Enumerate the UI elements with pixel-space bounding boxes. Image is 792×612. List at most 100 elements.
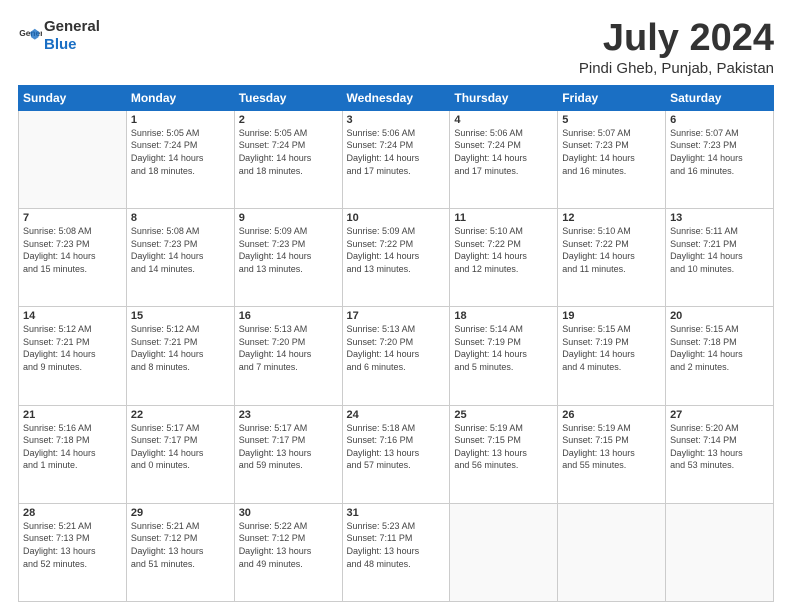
day-number: 18 [454, 310, 553, 322]
calendar-cell: 24Sunrise: 5:18 AM Sunset: 7:16 PM Dayli… [342, 405, 450, 503]
day-number: 21 [23, 409, 122, 421]
day-number: 16 [239, 310, 338, 322]
day-number: 1 [131, 114, 230, 126]
day-info: Sunrise: 5:20 AM Sunset: 7:14 PM Dayligh… [670, 422, 769, 472]
subtitle: Pindi Gheb, Punjab, Pakistan [579, 60, 774, 77]
logo-text: General Blue [44, 18, 100, 54]
day-number: 20 [670, 310, 769, 322]
calendar-cell: 15Sunrise: 5:12 AM Sunset: 7:21 PM Dayli… [126, 307, 234, 405]
day-number: 31 [347, 507, 446, 519]
day-number: 8 [131, 212, 230, 224]
day-number: 7 [23, 212, 122, 224]
day-number: 13 [670, 212, 769, 224]
calendar-cell: 1Sunrise: 5:05 AM Sunset: 7:24 PM Daylig… [126, 110, 234, 208]
day-number: 22 [131, 409, 230, 421]
day-info: Sunrise: 5:10 AM Sunset: 7:22 PM Dayligh… [562, 225, 661, 275]
day-number: 24 [347, 409, 446, 421]
day-number: 25 [454, 409, 553, 421]
calendar-cell: 20Sunrise: 5:15 AM Sunset: 7:18 PM Dayli… [666, 307, 774, 405]
day-info: Sunrise: 5:13 AM Sunset: 7:20 PM Dayligh… [347, 323, 446, 373]
day-info: Sunrise: 5:14 AM Sunset: 7:19 PM Dayligh… [454, 323, 553, 373]
day-info: Sunrise: 5:22 AM Sunset: 7:12 PM Dayligh… [239, 520, 338, 570]
day-number: 6 [670, 114, 769, 126]
calendar-cell: 5Sunrise: 5:07 AM Sunset: 7:23 PM Daylig… [558, 110, 666, 208]
day-info: Sunrise: 5:07 AM Sunset: 7:23 PM Dayligh… [670, 127, 769, 177]
day-number: 4 [454, 114, 553, 126]
calendar-header-thursday: Thursday [450, 85, 558, 110]
day-number: 11 [454, 212, 553, 224]
day-info: Sunrise: 5:21 AM Sunset: 7:12 PM Dayligh… [131, 520, 230, 570]
calendar-cell: 2Sunrise: 5:05 AM Sunset: 7:24 PM Daylig… [234, 110, 342, 208]
calendar-header-wednesday: Wednesday [342, 85, 450, 110]
day-info: Sunrise: 5:11 AM Sunset: 7:21 PM Dayligh… [670, 225, 769, 275]
day-number: 12 [562, 212, 661, 224]
day-info: Sunrise: 5:23 AM Sunset: 7:11 PM Dayligh… [347, 520, 446, 570]
logo-general: General [44, 18, 100, 35]
day-info: Sunrise: 5:07 AM Sunset: 7:23 PM Dayligh… [562, 127, 661, 177]
day-info: Sunrise: 5:10 AM Sunset: 7:22 PM Dayligh… [454, 225, 553, 275]
calendar-week-1: 1Sunrise: 5:05 AM Sunset: 7:24 PM Daylig… [19, 110, 774, 208]
day-number: 19 [562, 310, 661, 322]
calendar-header-friday: Friday [558, 85, 666, 110]
logo-icon: General [18, 24, 42, 48]
calendar-week-4: 21Sunrise: 5:16 AM Sunset: 7:18 PM Dayli… [19, 405, 774, 503]
day-number: 23 [239, 409, 338, 421]
day-info: Sunrise: 5:09 AM Sunset: 7:23 PM Dayligh… [239, 225, 338, 275]
calendar-header-monday: Monday [126, 85, 234, 110]
day-number: 15 [131, 310, 230, 322]
calendar-cell: 31Sunrise: 5:23 AM Sunset: 7:11 PM Dayli… [342, 503, 450, 601]
day-number: 2 [239, 114, 338, 126]
calendar-cell [666, 503, 774, 601]
day-number: 17 [347, 310, 446, 322]
day-info: Sunrise: 5:12 AM Sunset: 7:21 PM Dayligh… [131, 323, 230, 373]
day-info: Sunrise: 5:08 AM Sunset: 7:23 PM Dayligh… [23, 225, 122, 275]
day-info: Sunrise: 5:12 AM Sunset: 7:21 PM Dayligh… [23, 323, 122, 373]
calendar-week-2: 7Sunrise: 5:08 AM Sunset: 7:23 PM Daylig… [19, 209, 774, 307]
calendar-cell: 29Sunrise: 5:21 AM Sunset: 7:12 PM Dayli… [126, 503, 234, 601]
calendar-cell: 9Sunrise: 5:09 AM Sunset: 7:23 PM Daylig… [234, 209, 342, 307]
calendar-cell: 30Sunrise: 5:22 AM Sunset: 7:12 PM Dayli… [234, 503, 342, 601]
calendar-cell: 4Sunrise: 5:06 AM Sunset: 7:24 PM Daylig… [450, 110, 558, 208]
day-info: Sunrise: 5:09 AM Sunset: 7:22 PM Dayligh… [347, 225, 446, 275]
day-number: 30 [239, 507, 338, 519]
calendar-week-3: 14Sunrise: 5:12 AM Sunset: 7:21 PM Dayli… [19, 307, 774, 405]
day-info: Sunrise: 5:17 AM Sunset: 7:17 PM Dayligh… [239, 422, 338, 472]
calendar-header-sunday: Sunday [19, 85, 127, 110]
day-number: 9 [239, 212, 338, 224]
calendar-week-5: 28Sunrise: 5:21 AM Sunset: 7:13 PM Dayli… [19, 503, 774, 601]
main-title: July 2024 [579, 18, 774, 60]
day-info: Sunrise: 5:19 AM Sunset: 7:15 PM Dayligh… [454, 422, 553, 472]
day-info: Sunrise: 5:17 AM Sunset: 7:17 PM Dayligh… [131, 422, 230, 472]
header: General General Blue July 2024 Pindi Ghe… [18, 18, 774, 77]
calendar-cell: 26Sunrise: 5:19 AM Sunset: 7:15 PM Dayli… [558, 405, 666, 503]
calendar-header-saturday: Saturday [666, 85, 774, 110]
calendar: SundayMondayTuesdayWednesdayThursdayFrid… [18, 85, 774, 602]
calendar-cell: 11Sunrise: 5:10 AM Sunset: 7:22 PM Dayli… [450, 209, 558, 307]
calendar-cell: 19Sunrise: 5:15 AM Sunset: 7:19 PM Dayli… [558, 307, 666, 405]
calendar-cell [558, 503, 666, 601]
calendar-cell: 23Sunrise: 5:17 AM Sunset: 7:17 PM Dayli… [234, 405, 342, 503]
calendar-cell: 16Sunrise: 5:13 AM Sunset: 7:20 PM Dayli… [234, 307, 342, 405]
day-info: Sunrise: 5:16 AM Sunset: 7:18 PM Dayligh… [23, 422, 122, 472]
day-info: Sunrise: 5:18 AM Sunset: 7:16 PM Dayligh… [347, 422, 446, 472]
logo-blue: Blue [44, 36, 77, 53]
calendar-cell: 8Sunrise: 5:08 AM Sunset: 7:23 PM Daylig… [126, 209, 234, 307]
day-info: Sunrise: 5:15 AM Sunset: 7:18 PM Dayligh… [670, 323, 769, 373]
day-info: Sunrise: 5:06 AM Sunset: 7:24 PM Dayligh… [347, 127, 446, 177]
calendar-cell: 28Sunrise: 5:21 AM Sunset: 7:13 PM Dayli… [19, 503, 127, 601]
calendar-cell: 10Sunrise: 5:09 AM Sunset: 7:22 PM Dayli… [342, 209, 450, 307]
calendar-header-tuesday: Tuesday [234, 85, 342, 110]
calendar-cell: 13Sunrise: 5:11 AM Sunset: 7:21 PM Dayli… [666, 209, 774, 307]
day-number: 3 [347, 114, 446, 126]
day-info: Sunrise: 5:08 AM Sunset: 7:23 PM Dayligh… [131, 225, 230, 275]
calendar-cell: 21Sunrise: 5:16 AM Sunset: 7:18 PM Dayli… [19, 405, 127, 503]
day-info: Sunrise: 5:05 AM Sunset: 7:24 PM Dayligh… [131, 127, 230, 177]
calendar-cell [19, 110, 127, 208]
calendar-cell: 3Sunrise: 5:06 AM Sunset: 7:24 PM Daylig… [342, 110, 450, 208]
day-info: Sunrise: 5:06 AM Sunset: 7:24 PM Dayligh… [454, 127, 553, 177]
calendar-cell: 12Sunrise: 5:10 AM Sunset: 7:22 PM Dayli… [558, 209, 666, 307]
page: General General Blue July 2024 Pindi Ghe… [0, 0, 792, 612]
calendar-cell: 7Sunrise: 5:08 AM Sunset: 7:23 PM Daylig… [19, 209, 127, 307]
day-info: Sunrise: 5:15 AM Sunset: 7:19 PM Dayligh… [562, 323, 661, 373]
day-number: 10 [347, 212, 446, 224]
